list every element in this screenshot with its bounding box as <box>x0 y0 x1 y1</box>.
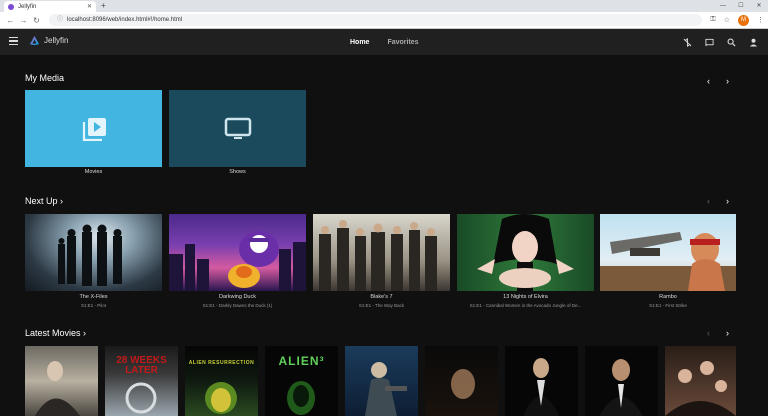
cast-icon[interactable] <box>705 38 714 47</box>
browser-tab-title: Jellyfin <box>18 3 37 10</box>
next-up-subtitle-blakes-7: S1:E1 - The Way Back <box>358 303 405 308</box>
movie-poster[interactable] <box>665 346 736 416</box>
latest-movies-title[interactable]: Latest Movies › <box>25 328 86 338</box>
profile-avatar[interactable]: M <box>738 14 749 26</box>
next-up-thumb-elvira[interactable] <box>457 214 594 291</box>
back-icon[interactable]: ← <box>4 16 17 25</box>
next-up-scroll-buttons: ‹ › <box>707 196 729 206</box>
movie-poster[interactable]: ALIEN RESURRECTION <box>185 346 258 416</box>
scroll-left-icon[interactable]: ‹ <box>707 328 710 338</box>
media-card-shows-label[interactable]: Shows <box>169 169 306 175</box>
window-close-icon[interactable]: ✕ <box>750 0 768 12</box>
next-up-thumb-darkwing-duck[interactable] <box>169 214 306 291</box>
jellyfin-favicon-icon <box>8 3 14 10</box>
movie-poster[interactable] <box>505 346 578 416</box>
new-tab-icon[interactable]: + <box>101 1 106 11</box>
tab-home[interactable]: Home <box>350 39 369 46</box>
reload-icon[interactable]: ↻ <box>30 16 43 25</box>
scroll-left-icon[interactable]: ‹ <box>707 76 710 86</box>
user-icon[interactable] <box>749 38 758 47</box>
movie-poster[interactable] <box>585 346 658 416</box>
next-up-thumb-blakes-7[interactable] <box>313 214 450 291</box>
movie-poster[interactable]: 28 WEEKS LATER <box>105 346 178 416</box>
logo-text: Jellyfin <box>44 36 69 45</box>
menu-icon[interactable] <box>9 37 18 45</box>
address-bar[interactable]: ⓘ localhost:8096/web/index.html#!/home.h… <box>49 14 703 26</box>
sync-play-disabled-icon[interactable] <box>683 37 692 47</box>
close-tab-icon[interactable]: ✕ <box>87 3 92 10</box>
next-up-thumb-rambo[interactable] <box>600 214 736 291</box>
browser-tab[interactable]: Jellyfin ✕ <box>4 1 96 12</box>
my-media-scroll-buttons: ‹ › <box>707 76 729 86</box>
app-header: Jellyfin Home Favorites <box>0 29 768 55</box>
next-up-title[interactable]: Next Up › <box>25 196 63 206</box>
next-up-subtitle-x-files: S1:E1 - Pilot <box>80 303 106 308</box>
scroll-right-icon[interactable]: › <box>726 196 729 206</box>
tv-icon <box>224 117 251 139</box>
next-up-title-blakes-7[interactable]: Blake's 7 <box>313 294 450 300</box>
scroll-right-icon[interactable]: › <box>726 328 729 338</box>
latest-movies-scroll-buttons: ‹ › <box>707 328 729 338</box>
browser-tab-strip: Jellyfin ✕ + — ☐ ✕ <box>0 0 768 12</box>
browser-menu-icon[interactable]: ⋮ <box>757 16 764 24</box>
next-up-title-darkwing-duck[interactable]: Darkwing Duck <box>169 294 306 300</box>
jellyfin-logo-icon <box>29 35 40 46</box>
video-library-icon <box>82 117 106 141</box>
media-card-movies[interactable] <box>25 90 162 167</box>
scroll-left-icon[interactable]: ‹ <box>707 196 710 206</box>
next-up-subtitle-elvira: S1:E1 - Cannibal Women in the Avocado Ju… <box>469 303 582 308</box>
address-url: localhost:8096/web/index.html#!/home.htm… <box>67 17 183 23</box>
key-icon[interactable]: ⚿ <box>710 16 715 24</box>
media-card-movies-label[interactable]: Movies <box>25 169 162 175</box>
movie-poster[interactable]: ALIEN³ <box>265 346 338 416</box>
site-info-icon[interactable]: ⓘ <box>57 14 63 26</box>
next-up-thumb-x-files[interactable] <box>25 214 162 291</box>
movie-poster[interactable] <box>25 346 98 416</box>
bookmark-star-icon[interactable]: ☆ <box>724 16 730 24</box>
next-up-title-elvira[interactable]: 13 Nights of Elvira <box>457 294 594 300</box>
next-up-title-x-files[interactable]: The X-Files <box>25 294 162 300</box>
forward-icon[interactable]: → <box>17 16 30 25</box>
search-icon[interactable] <box>727 38 736 47</box>
next-up-title-rambo[interactable]: Rambo <box>600 294 736 300</box>
movie-poster[interactable] <box>425 346 498 416</box>
my-media-title: My Media <box>25 73 65 83</box>
tab-favorites[interactable]: Favorites <box>387 39 418 46</box>
maximize-icon[interactable]: ☐ <box>732 0 750 12</box>
next-up-subtitle-darkwing-duck: S1:E1 - Darkly Dawns the Duck (1) <box>202 303 273 308</box>
browser-toolbar: ← → ↻ ⓘ localhost:8096/web/index.html#!/… <box>0 12 768 29</box>
media-card-shows[interactable] <box>169 90 306 167</box>
jellyfin-logo[interactable]: Jellyfin <box>29 35 68 46</box>
scroll-right-icon[interactable]: › <box>726 76 729 86</box>
movie-poster[interactable] <box>345 346 418 416</box>
window-controls: — ☐ ✕ <box>714 0 768 12</box>
next-up-subtitle-rambo: S1:E1 - First Strike <box>649 303 687 308</box>
minimize-icon[interactable]: — <box>714 0 732 12</box>
